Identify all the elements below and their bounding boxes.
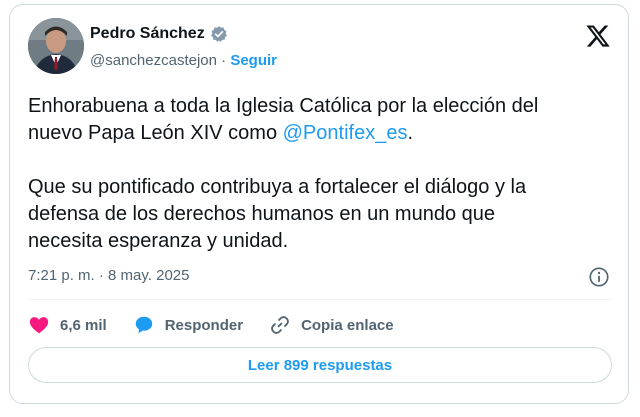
- author-name-row: Pedro Sánchez: [90, 25, 228, 43]
- heart-icon: [29, 317, 49, 334]
- tweet-card: Pedro Sánchez @sanchezcastejon · Seguir …: [9, 4, 629, 404]
- reply-label: Responder: [164, 316, 244, 334]
- like-count: 6,6 mil: [60, 316, 107, 334]
- read-replies-button[interactable]: Leer 899 respuestas: [28, 347, 612, 383]
- handle-separator: ·: [221, 52, 227, 69]
- tweet-line-2-suffix: .: [407, 122, 414, 144]
- tweet-text: Enhorabuena a toda la Iglesia Católica p…: [28, 93, 628, 255]
- read-replies-label: Leer 899 respuestas: [247, 356, 393, 374]
- avatar[interactable]: [28, 18, 84, 74]
- link-icon: [271, 316, 289, 334]
- x-logo-icon[interactable]: [585, 23, 611, 49]
- verified-badge-icon: [210, 25, 228, 43]
- copy-link-button[interactable]: Copia enlace: [269, 314, 394, 336]
- tweet-line-1: Enhorabuena a toda la Iglesia Católica p…: [28, 95, 539, 117]
- tweet-line-2-prefix: nuevo Papa León XIV como: [28, 122, 283, 144]
- info-icon[interactable]: [588, 266, 610, 288]
- mention-link[interactable]: @Pontifex_es: [283, 122, 408, 144]
- divider: [28, 299, 612, 300]
- tweet-paragraph-2: Que su pontificado contribuya a fortalec…: [28, 176, 527, 252]
- action-bar: 6,6 mil Responder Copia enlace: [28, 313, 394, 337]
- follow-button[interactable]: Seguir: [230, 52, 277, 69]
- author-name[interactable]: Pedro Sánchez: [90, 25, 205, 43]
- like-button[interactable]: 6,6 mil: [28, 314, 107, 336]
- handle-row: @sanchezcastejon · Seguir: [90, 52, 277, 69]
- timestamp[interactable]: 7:21 p. m. · 8 may. 2025: [28, 267, 189, 284]
- reply-button[interactable]: Responder: [133, 314, 243, 336]
- copy-link-label: Copia enlace: [301, 316, 394, 334]
- author-handle[interactable]: @sanchezcastejon: [90, 52, 217, 69]
- comment-bubble-icon: [135, 316, 152, 334]
